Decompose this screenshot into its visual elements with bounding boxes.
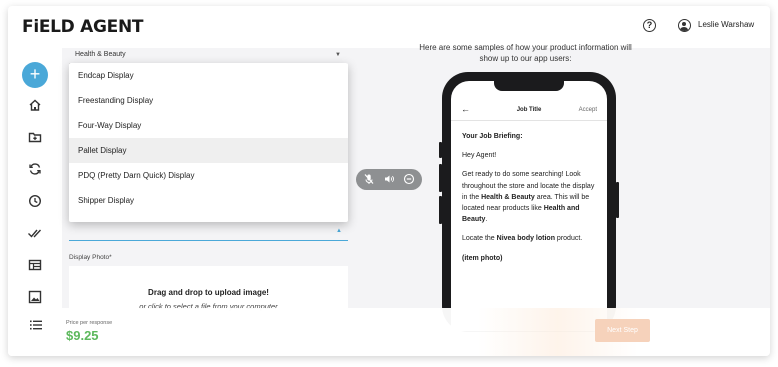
phone-notch — [494, 81, 564, 91]
display-type-select[interactable]: ▲ — [69, 221, 348, 241]
option-endcap-display[interactable]: Endcap Display — [69, 63, 348, 88]
add-button[interactable]: + — [22, 62, 48, 88]
phone-side-button — [439, 142, 442, 158]
briefing-paragraph: Get ready to do some searching! Look thr… — [462, 171, 595, 224]
category-select[interactable]: Health & Beauty ▼ — [69, 48, 347, 64]
top-bar: FiELD AGENT ? Leslie Warshaw — [8, 6, 770, 48]
minus-circle-icon[interactable] — [403, 173, 415, 185]
phone-side-button — [439, 164, 442, 192]
display-type-dropdown: Endcap Display Freestanding Display Four… — [69, 63, 348, 222]
category-value: Health & Beauty — [75, 51, 126, 58]
list-icon[interactable] — [30, 320, 42, 330]
bottom-bar: Price per response $9.25 Next Step — [8, 308, 770, 356]
briefing-title: Your Job Briefing: — [462, 133, 523, 140]
price-value: $9.25 — [66, 328, 99, 343]
refresh-icon[interactable] — [27, 161, 43, 177]
briefing-greeting: Hey Agent! — [462, 152, 497, 160]
option-shipper-display[interactable]: Shipper Display — [69, 188, 348, 213]
double-check-icon[interactable] — [27, 225, 43, 241]
user-name[interactable]: Leslie Warshaw — [698, 20, 754, 29]
caret-up-icon: ▲ — [336, 228, 342, 234]
upload-instruction: Drag and drop to upload image! — [148, 288, 269, 297]
app-window: FiELD AGENT ? Leslie Warshaw + Health & … — [8, 6, 770, 356]
phone-header: ← Job Title Accept — [451, 101, 607, 121]
job-briefing: Your Job Briefing: Hey Agent! Get ready … — [462, 131, 600, 272]
mic-off-icon[interactable] — [363, 173, 375, 185]
folder-plus-icon[interactable] — [27, 129, 43, 145]
option-four-way-display[interactable]: Four-Way Display — [69, 113, 348, 138]
price-label: Price per response — [66, 320, 113, 326]
home-icon[interactable] — [27, 97, 43, 113]
phone-side-button — [439, 196, 442, 224]
option-freestanding-display[interactable]: Freestanding Display — [69, 88, 348, 113]
option-pdq-display[interactable]: PDQ (Pretty Darn Quick) Display — [69, 163, 348, 188]
caret-down-icon: ▼ — [335, 52, 341, 58]
user-circle-icon[interactable] — [678, 19, 691, 32]
item-photo-placeholder: (item photo) — [462, 254, 503, 262]
briefing-product: Locate the Nivea body lotion product. — [462, 235, 583, 243]
preview-description: Here are some samples of how your produc… — [419, 43, 632, 63]
media-controls — [356, 169, 422, 190]
phone-accept-button[interactable]: Accept — [579, 107, 597, 113]
volume-icon[interactable] — [383, 173, 395, 185]
next-step-button[interactable]: Next Step — [595, 319, 650, 342]
table-icon[interactable] — [27, 257, 43, 273]
clock-icon[interactable] — [27, 193, 43, 209]
question-circle-icon[interactable]: ? — [643, 19, 656, 32]
image-icon[interactable] — [27, 289, 43, 305]
phone-side-button — [616, 182, 619, 218]
option-pallet-display[interactable]: Pallet Display — [69, 138, 348, 163]
logo: FiELD AGENT — [22, 17, 144, 37]
phone-screen: ← Job Title Accept Your Job Briefing: He… — [451, 81, 607, 331]
phone-preview: ← Job Title Accept Your Job Briefing: He… — [439, 72, 619, 332]
display-photo-label: Display Photo* — [69, 254, 112, 261]
